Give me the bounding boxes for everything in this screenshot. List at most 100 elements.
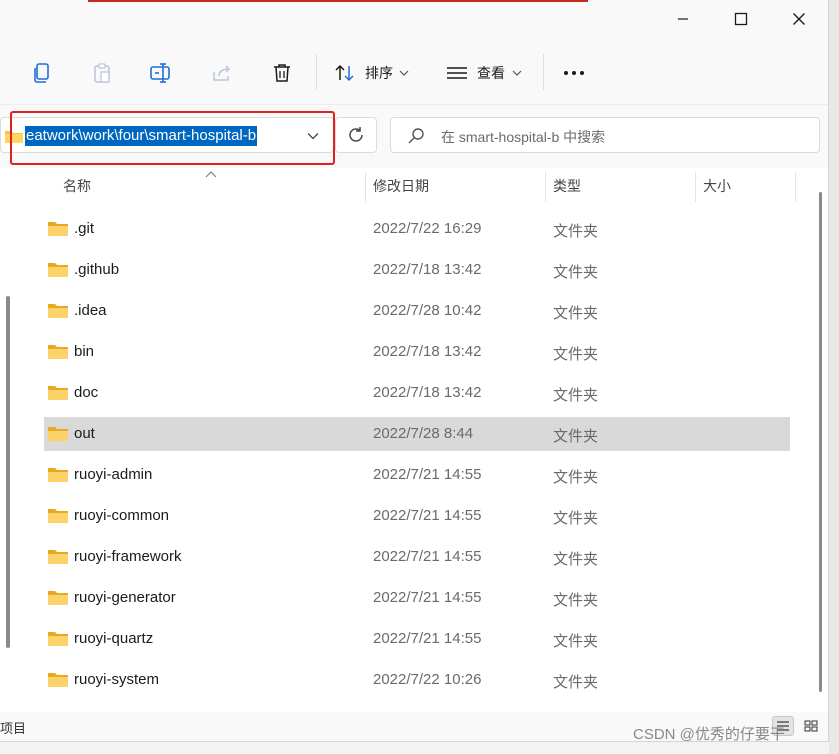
file-date: 2022/7/21 14:55 <box>373 507 482 524</box>
file-date: 2022/7/21 14:55 <box>373 630 482 647</box>
sort-button[interactable] <box>330 58 360 88</box>
file-date: 2022/7/28 8:44 <box>373 425 474 442</box>
rename-button[interactable] <box>146 58 176 88</box>
copy-icon <box>34 63 49 83</box>
tiles-view-icon <box>804 720 818 732</box>
address-row: eatwork\work\four\smart-hospital-b 在 sma… <box>0 104 828 168</box>
folder-icon <box>48 304 68 318</box>
tiles-view-button[interactable] <box>800 716 822 736</box>
file-name: ruoyi-system <box>74 671 160 688</box>
folder-icon <box>48 345 68 359</box>
background-strip <box>829 0 839 754</box>
copy-button[interactable] <box>27 58 57 88</box>
file-name: .git <box>74 220 95 237</box>
chevron-down-icon <box>512 70 522 76</box>
table-row[interactable]: ruoyi-system 2022/7/22 10:26 文件夹 <box>44 663 790 697</box>
sort-label: 排序 <box>365 65 393 81</box>
table-row[interactable]: ruoyi-framework 2022/7/21 14:55 文件夹 <box>44 540 790 574</box>
file-type: 文件夹 <box>553 633 599 650</box>
vertical-scrollbar[interactable] <box>818 174 824 704</box>
paste-button[interactable] <box>87 58 117 88</box>
file-name: ruoyi-common <box>74 507 170 524</box>
table-row[interactable]: doc 2022/7/18 13:42 文件夹 <box>44 376 790 410</box>
column-header-name[interactable]: 名称 <box>63 168 91 204</box>
file-name: ruoyi-generator <box>74 589 176 606</box>
file-date: 2022/7/21 14:55 <box>373 466 482 483</box>
file-type: 文件夹 <box>553 674 599 691</box>
table-row[interactable]: .git 2022/7/22 16:29 文件夹 <box>44 212 790 246</box>
watermark: CSDN @优秀的仔要干 <box>633 726 785 743</box>
command-bar: 排序 查看 <box>0 44 828 102</box>
table-row[interactable]: ruoyi-admin 2022/7/21 14:55 文件夹 <box>44 458 790 492</box>
file-date: 2022/7/21 14:55 <box>373 589 482 606</box>
rename-icon <box>150 63 170 83</box>
table-row[interactable]: ruoyi-generator 2022/7/21 14:55 文件夹 <box>44 581 790 615</box>
file-type: 文件夹 <box>553 346 599 363</box>
column-divider[interactable] <box>365 172 366 202</box>
file-type: 文件夹 <box>553 264 599 281</box>
address-path[interactable]: eatwork\work\four\smart-hospital-b <box>25 126 258 146</box>
refresh-button[interactable] <box>335 117 377 153</box>
close-icon <box>793 13 805 25</box>
folder-icon <box>48 550 68 564</box>
minimize-button[interactable] <box>660 0 706 38</box>
search-input[interactable]: 在 smart-hospital-b 中搜索 <box>390 117 820 153</box>
folder-icon <box>48 263 68 277</box>
file-type: 文件夹 <box>553 428 599 445</box>
more-options-button[interactable] <box>559 58 589 88</box>
delete-button[interactable] <box>267 58 297 88</box>
folder-icon <box>48 468 68 482</box>
file-name: ruoyi-admin <box>74 466 153 483</box>
share-button[interactable] <box>207 58 237 88</box>
address-bar[interactable]: eatwork\work\four\smart-hospital-b <box>0 117 334 153</box>
view-label: 查看 <box>477 65 505 81</box>
column-divider[interactable] <box>695 172 696 202</box>
sort-icon <box>335 64 354 82</box>
table-row[interactable]: .github 2022/7/18 13:42 文件夹 <box>44 253 790 287</box>
search-icon <box>408 128 424 144</box>
chevron-down-icon[interactable] <box>307 132 319 140</box>
file-type: 文件夹 <box>553 305 599 322</box>
close-button[interactable] <box>776 0 822 38</box>
file-type: 文件夹 <box>553 551 599 568</box>
column-header-date[interactable]: 修改日期 <box>373 168 429 204</box>
nav-pane-scrollbar[interactable] <box>6 296 10 648</box>
table-row[interactable]: ruoyi-quartz 2022/7/21 14:55 文件夹 <box>44 622 790 656</box>
search-placeholder: 在 smart-hospital-b 中搜索 <box>441 129 606 145</box>
status-text: 项目 <box>0 721 27 736</box>
column-divider[interactable] <box>795 172 796 202</box>
toolbar-divider <box>316 54 317 90</box>
sort-ascending-icon <box>205 171 217 178</box>
minimize-icon <box>678 18 688 20</box>
column-header-size[interactable]: 大小 <box>703 168 731 204</box>
table-row[interactable]: bin 2022/7/18 13:42 文件夹 <box>44 335 790 369</box>
table-row[interactable]: .idea 2022/7/28 10:42 文件夹 <box>44 294 790 328</box>
table-row[interactable]: out 2022/7/28 8:44 文件夹 <box>44 417 790 451</box>
file-type: 文件夹 <box>553 223 599 240</box>
folder-icon <box>48 591 68 605</box>
folder-icon <box>48 427 68 441</box>
share-icon <box>213 65 231 81</box>
chevron-down-icon <box>399 70 409 76</box>
file-type: 文件夹 <box>553 592 599 609</box>
folder-icon <box>48 509 68 523</box>
file-date: 2022/7/18 13:42 <box>373 343 482 360</box>
column-header-type[interactable]: 类型 <box>553 168 581 204</box>
file-list: 名称 修改日期 类型 大小 .git 2022/7/22 16:29 文件夹 .git… <box>0 168 828 712</box>
view-list-icon <box>447 67 467 79</box>
folder-icon <box>48 386 68 400</box>
file-name: out <box>74 425 95 442</box>
file-name: .github <box>74 261 120 278</box>
file-date: 2022/7/22 10:26 <box>373 671 482 688</box>
table-row[interactable]: ruoyi-common 2022/7/21 14:55 文件夹 <box>44 499 790 533</box>
refresh-icon <box>349 127 363 142</box>
scrollbar-thumb[interactable] <box>819 192 822 692</box>
view-button[interactable] <box>442 58 472 88</box>
folder-icon <box>48 632 68 646</box>
folder-icon <box>48 673 68 687</box>
file-name: bin <box>74 343 95 360</box>
column-divider[interactable] <box>545 172 546 202</box>
file-date: 2022/7/18 13:42 <box>373 261 482 278</box>
maximize-button[interactable] <box>718 0 764 38</box>
toolbar-divider <box>543 54 544 90</box>
